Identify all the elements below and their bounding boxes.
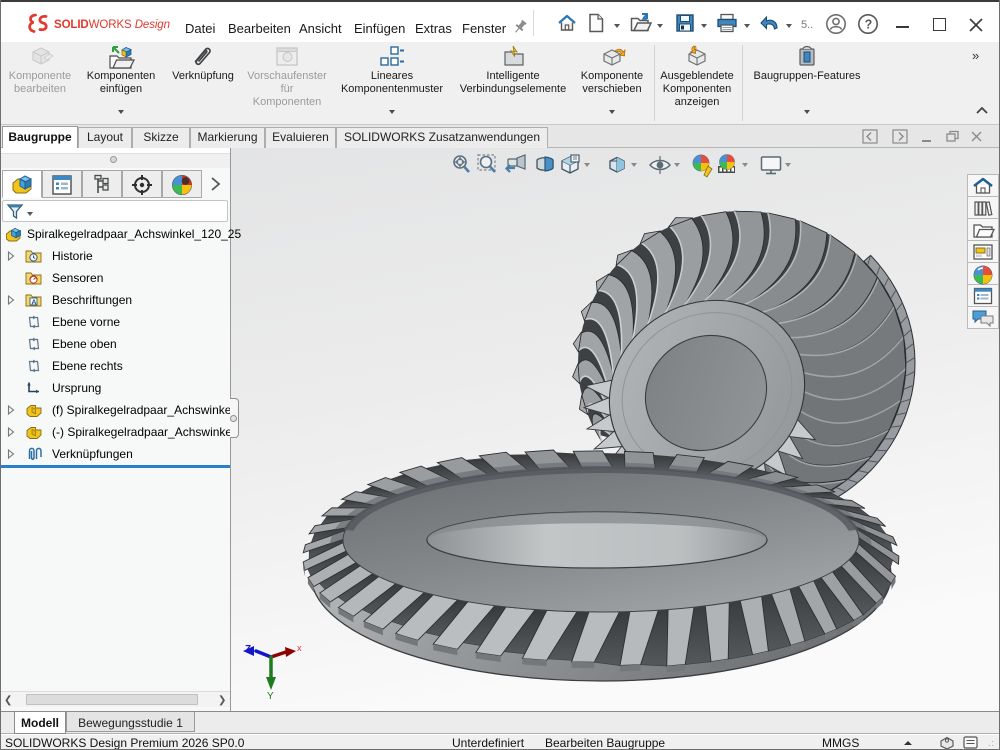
svg-text:Y: Y (267, 691, 274, 702)
svg-text:x: x (297, 643, 302, 653)
svg-text:A: A (31, 297, 37, 306)
svg-text:Z: Z (245, 644, 251, 655)
svg-text:?: ? (865, 17, 873, 31)
svg-text:5..: 5.. (801, 19, 813, 31)
